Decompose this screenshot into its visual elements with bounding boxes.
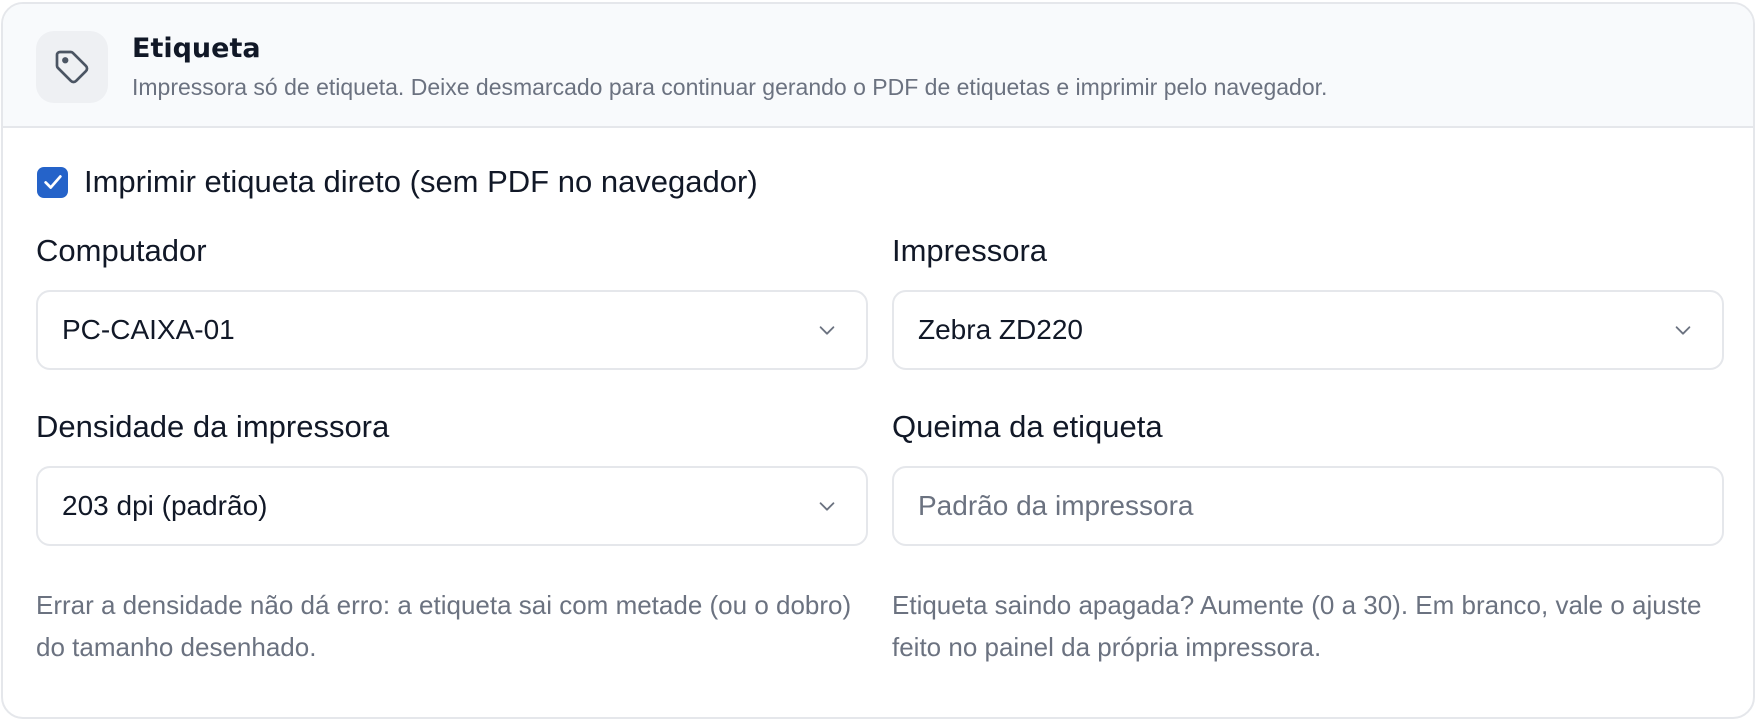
computer-select[interactable]: PC-CAIXA-01: [36, 290, 868, 370]
printer-select[interactable]: Zebra ZD220: [892, 290, 1724, 370]
printer-label: Impressora: [892, 233, 1048, 268]
chevron-down-icon: [819, 502, 835, 511]
card-header: Etiqueta Impressora só de etiqueta. Deix…: [3, 4, 1753, 128]
darkness-help-text: Etiqueta saindo apagada? Aumente (0 a 30…: [892, 590, 1702, 662]
chevron-down-icon: [1675, 326, 1691, 335]
density-label: Densidade da impressora: [36, 409, 390, 444]
computer-select-value: PC-CAIXA-01: [62, 314, 235, 345]
direct-print-label: Imprimir etiqueta direto (sem PDF no nav…: [84, 164, 758, 199]
tag-icon: [36, 31, 108, 103]
direct-print-option[interactable]: Imprimir etiqueta direto (sem PDF no nav…: [37, 164, 758, 200]
checkmark-icon: [43, 175, 62, 189]
printer-select-value: Zebra ZD220: [918, 314, 1083, 345]
density-select[interactable]: 203 dpi (padrão): [36, 466, 868, 546]
label-settings-card: Etiqueta Impressora só de etiqueta. Deix…: [1, 2, 1755, 719]
computer-label: Computador: [36, 233, 207, 268]
chevron-down-icon: [819, 326, 835, 335]
density-select-value: 203 dpi (padrão): [62, 490, 268, 521]
direct-print-checkbox[interactable]: [37, 166, 68, 198]
section-description: Impressora só de etiqueta. Deixe desmarc…: [132, 74, 1328, 100]
density-help-text: Errar a densidade não dá erro: a etiquet…: [36, 590, 852, 662]
darkness-label: Queima da etiqueta: [892, 409, 1163, 444]
section-title: Etiqueta: [132, 33, 261, 64]
darkness-field[interactable]: [892, 466, 1724, 546]
darkness-input[interactable]: [894, 468, 1722, 544]
